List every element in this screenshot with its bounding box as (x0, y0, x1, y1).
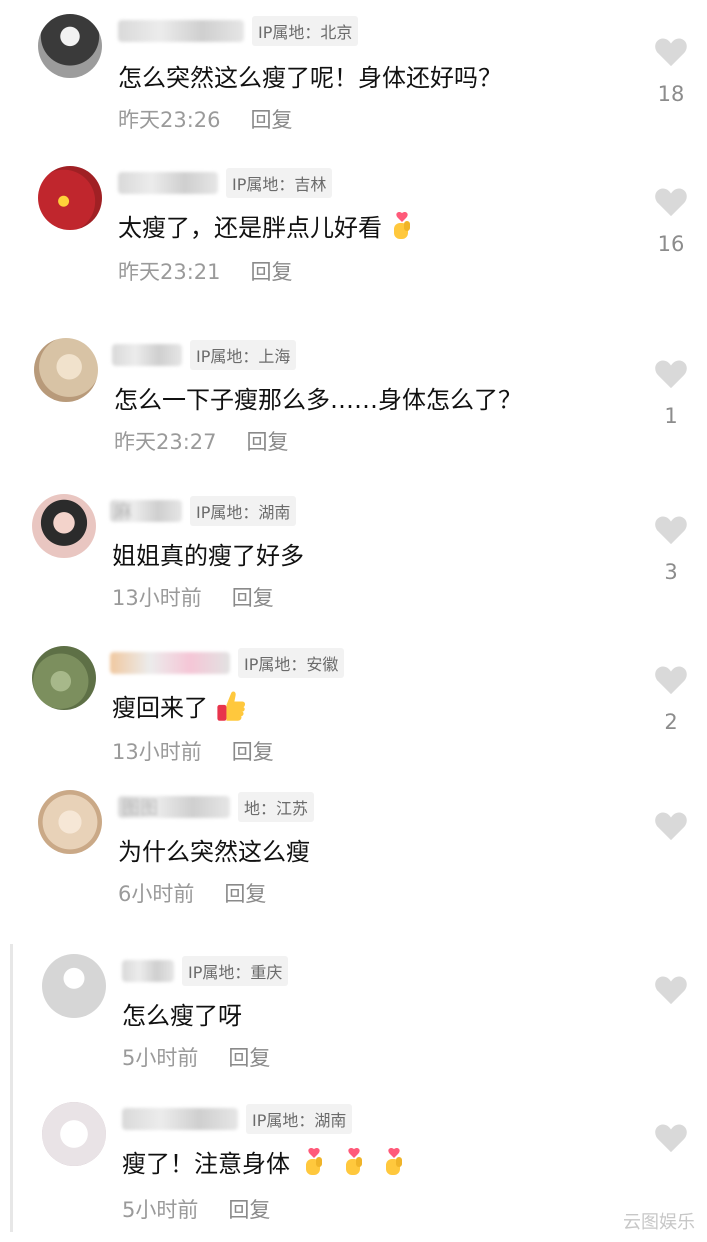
comment-text: 为什么突然这么瘦 (118, 838, 310, 866)
ip-location: IP属地：湖南 (246, 1104, 353, 1134)
username[interactable] (122, 1108, 238, 1130)
comment-text: 瘦回来了 (112, 688, 248, 723)
username[interactable] (122, 960, 174, 982)
like-button[interactable]: 1 (653, 358, 689, 428)
reply-button[interactable]: 回复 (251, 104, 293, 134)
heart-icon (655, 666, 687, 695)
avatar[interactable] (42, 954, 106, 1018)
like-button[interactable]: 16 (653, 186, 689, 256)
like-count: 3 (664, 560, 678, 584)
ip-location: IP属地：重庆 (182, 956, 289, 986)
avatar[interactable] (38, 14, 102, 78)
heart-icon (655, 976, 687, 1005)
like-count: 1 (664, 404, 678, 428)
comment-time: 5小时前 (122, 1198, 199, 1222)
reply-button[interactable]: 回复 (224, 878, 266, 908)
finger-heart-emoji-icon (346, 1147, 362, 1175)
like-count: 16 (657, 232, 685, 256)
comment-time: 昨天23:21 (118, 260, 221, 284)
ip-location: IP属地：吉林 (226, 168, 333, 198)
heart-icon (655, 188, 687, 217)
heart-icon (655, 360, 687, 389)
thumbs-up-emoji-icon (217, 691, 246, 721)
reply-button[interactable]: 回复 (232, 736, 274, 766)
avatar[interactable] (38, 790, 102, 854)
reply-button[interactable]: 回复 (251, 256, 293, 286)
heart-icon (655, 812, 687, 841)
like-button[interactable]: 2 (653, 664, 689, 734)
comment-text: 太瘦了，还是胖点儿好看 (118, 208, 416, 243)
comment-time: 13小时前 (112, 740, 202, 764)
username[interactable]: 麻 (110, 500, 182, 523)
like-button[interactable]: 18 (653, 36, 689, 106)
heart-icon (655, 1124, 687, 1153)
ip-location: 地：江苏 (238, 792, 315, 822)
comment-text: 瘦了！注意身体 (122, 1144, 408, 1179)
finger-heart-emoji-icon (394, 211, 410, 239)
comment-time: 昨天23:27 (114, 430, 217, 454)
reply-button[interactable]: 回复 (247, 426, 289, 456)
reply-button[interactable]: 回复 (232, 582, 274, 612)
username[interactable] (118, 20, 244, 42)
avatar[interactable] (38, 166, 102, 230)
username[interactable] (118, 172, 218, 194)
ip-location: IP属地：北京 (252, 16, 359, 46)
finger-heart-emoji-icon (386, 1147, 402, 1175)
ip-location: IP属地：安徽 (238, 648, 345, 678)
avatar[interactable] (34, 338, 98, 402)
ip-location: IP属地：上海 (190, 340, 297, 370)
watermark: 云图娱乐 (623, 1212, 695, 1233)
comment-text: 姐姐真的瘦了好多 (112, 542, 304, 570)
like-count: 2 (664, 710, 678, 734)
comment-text: 怎么瘦了呀 (122, 1002, 242, 1030)
like-count: 18 (657, 82, 685, 106)
avatar[interactable] (32, 646, 96, 710)
username[interactable] (112, 344, 182, 366)
comment-time: 6小时前 (118, 882, 195, 906)
finger-heart-emoji-icon (306, 1147, 322, 1175)
ip-location: IP属地：湖南 (190, 496, 297, 526)
reply-button[interactable]: 回复 (228, 1194, 270, 1224)
username[interactable]: 图图 (118, 796, 230, 819)
comment-time: 13小时前 (112, 586, 202, 610)
comment-time: 5小时前 (122, 1046, 199, 1070)
username[interactable] (110, 652, 230, 674)
reply-button[interactable]: 回复 (228, 1042, 270, 1072)
comment-text: 怎么突然这么瘦了呢！身体还好吗？ (118, 64, 502, 92)
heart-icon (655, 38, 687, 67)
avatar[interactable] (42, 1102, 106, 1166)
like-button[interactable] (653, 810, 689, 842)
reply-thread-line (10, 944, 13, 1232)
comment-time: 昨天23:26 (118, 108, 221, 132)
heart-icon (655, 516, 687, 545)
avatar[interactable] (32, 494, 96, 558)
like-button[interactable]: 3 (653, 514, 689, 584)
like-button[interactable] (653, 974, 689, 1006)
comment-text: 怎么一下子瘦那么多……身体怎么了？ (114, 386, 522, 414)
like-button[interactable] (653, 1122, 689, 1154)
